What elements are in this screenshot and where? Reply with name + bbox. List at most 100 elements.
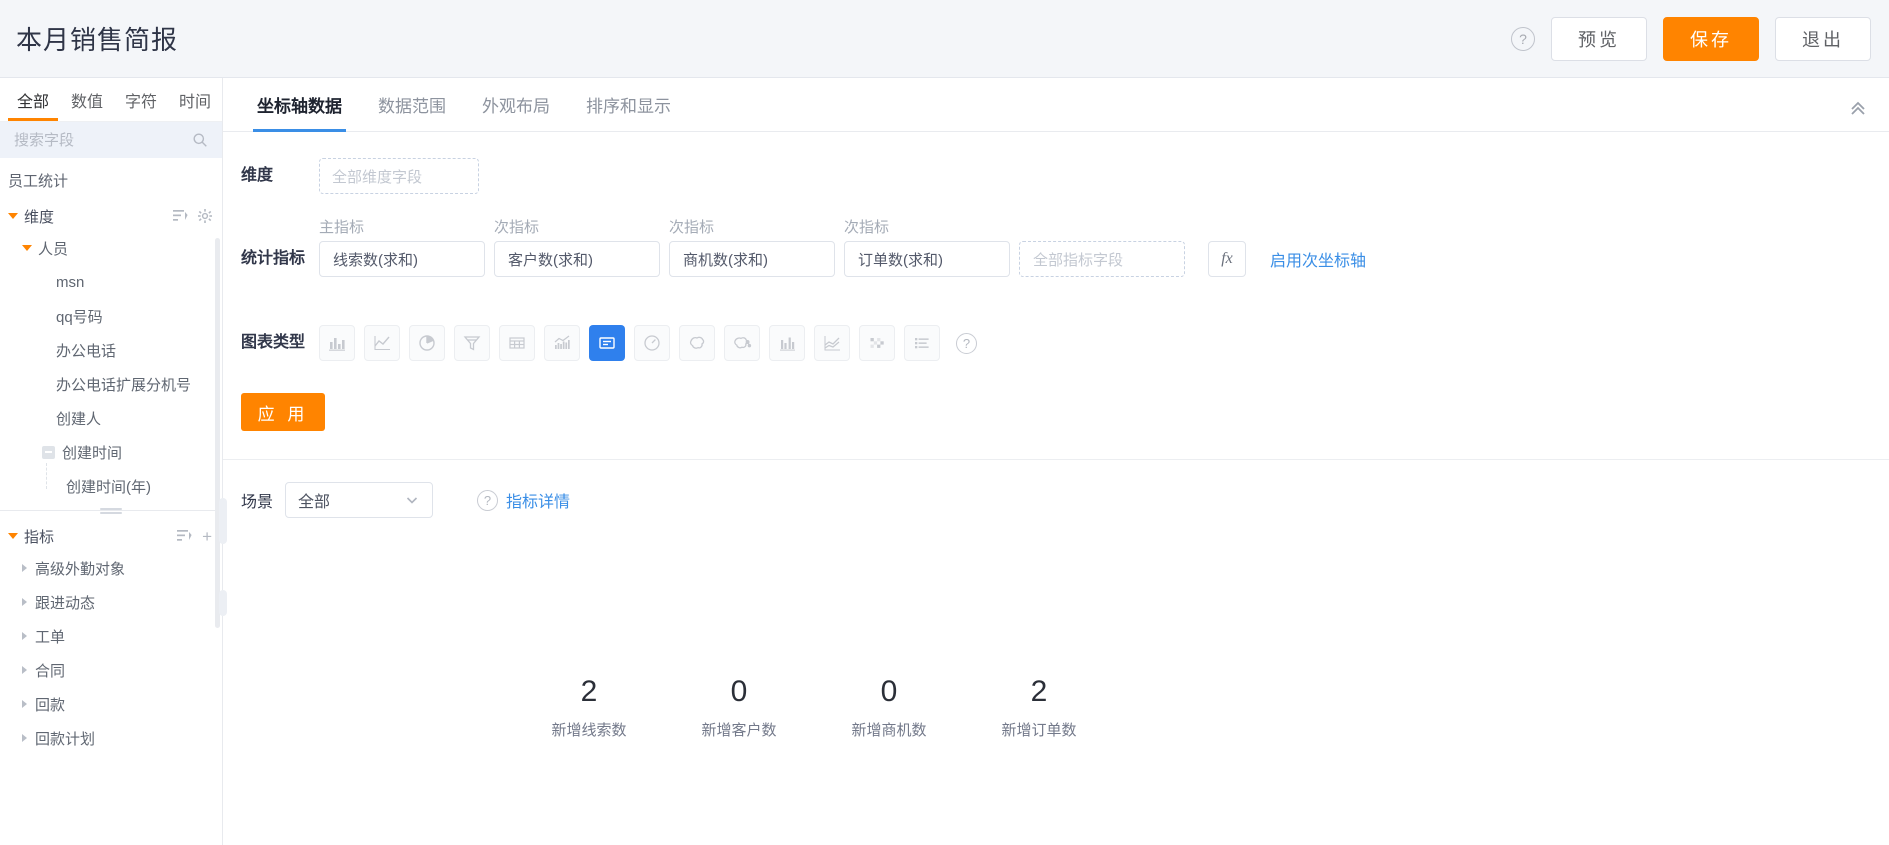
collapse-minus-icon[interactable] xyxy=(42,445,55,459)
tree-node-field-service[interactable]: 高级外勤对象 xyxy=(0,551,222,585)
tree-node-label: 回款计划 xyxy=(35,730,96,748)
plus-icon[interactable]: + xyxy=(202,528,212,545)
save-button[interactable]: 保存 xyxy=(1663,16,1759,61)
header-help-icon[interactable]: ? xyxy=(1511,26,1535,51)
tree-node-payment-plan[interactable]: 回款计划 xyxy=(0,721,222,755)
field-sidebar: 全部 数值 字符 时间 员工统计 维度 xyxy=(0,78,223,845)
kpi-cards: 2 新增线索数 0 新增客户数 0 新增商机数 2 新增订单数 xyxy=(223,675,1889,740)
bar-chart-icon[interactable] xyxy=(319,325,355,361)
caret-right-icon xyxy=(22,564,27,572)
sidebar-resize-handle[interactable] xyxy=(100,506,122,516)
list-chart-icon[interactable] xyxy=(904,325,940,361)
tab-sort-display[interactable]: 排序和显示 xyxy=(568,92,689,131)
apply-button[interactable]: 应 用 xyxy=(241,393,325,431)
tree-node-workorder[interactable]: 工单 xyxy=(0,619,222,653)
metric-field-dropzone[interactable]: 全部指标字段 xyxy=(1019,241,1185,277)
metric-col-label-primary: 主指标 xyxy=(319,219,365,236)
heatmap-chart-icon[interactable] xyxy=(859,325,895,361)
tree-node-personnel[interactable]: 人员 xyxy=(0,231,222,265)
dimension-dropzone[interactable]: 全部维度字段 xyxy=(319,158,479,194)
tree-node-label: 办公电话扩展分机号 xyxy=(56,376,192,394)
config-tabs: 坐标轴数据 数据范围 外观布局 排序和显示 xyxy=(223,78,1889,132)
sidebar-divider xyxy=(0,508,222,514)
gauge-chart-icon[interactable] xyxy=(634,325,670,361)
header-actions: ? 预览 保存 退出 xyxy=(1511,16,1871,61)
search-icon xyxy=(192,132,208,148)
tab-axis-data[interactable]: 坐标轴数据 xyxy=(239,92,360,132)
search-input[interactable] xyxy=(12,130,210,150)
grouped-bar-chart-icon[interactable] xyxy=(769,325,805,361)
tree-node-create-time[interactable]: 创建时间 xyxy=(0,435,222,469)
kpi-card: 2 新增订单数 xyxy=(949,675,1129,740)
chart-type-help-icon[interactable]: ? xyxy=(956,332,977,354)
metric-field-3[interactable]: 商机数(求和) xyxy=(669,241,835,277)
chart-type-row: 图表类型 ? xyxy=(223,325,1889,361)
tree-node-qq[interactable]: qq号码 xyxy=(0,299,222,333)
dataset-name: 员工统计 xyxy=(8,173,69,190)
group-header-dimension[interactable]: 维度 xyxy=(0,201,222,231)
pie-chart-icon[interactable] xyxy=(409,325,445,361)
metrics-label: 统计指标 xyxy=(241,250,306,267)
table-icon[interactable] xyxy=(499,325,535,361)
metric-field-4[interactable]: 订单数(求和) xyxy=(844,241,1010,277)
scene-select[interactable]: 全部 xyxy=(285,482,434,518)
metric-field-1[interactable]: 线索数(求和) xyxy=(319,241,485,277)
metric-col-label-secondary-2: 次指标 xyxy=(669,219,715,236)
line-chart-icon[interactable] xyxy=(364,325,400,361)
caret-right-icon xyxy=(22,700,27,708)
filter-sort-icon[interactable] xyxy=(177,529,192,543)
indicator-card-icon[interactable] xyxy=(589,325,625,361)
tree-node-label: 创建人 xyxy=(56,410,102,428)
map-chart-icon[interactable] xyxy=(679,325,715,361)
filter-sort-icon[interactable] xyxy=(173,209,188,223)
funnel-chart-icon[interactable] xyxy=(454,325,490,361)
sidebar-scrollbar-top[interactable] xyxy=(215,238,220,538)
metric-detail-link-group[interactable]: ? 指标详情 xyxy=(477,488,570,512)
formula-fx-button[interactable]: fx xyxy=(1208,241,1246,277)
metric-field-2[interactable]: 客户数(求和) xyxy=(494,241,660,277)
field-tab-numeric[interactable]: 数值 xyxy=(60,78,114,121)
group-label-dimension: 维度 xyxy=(24,208,55,226)
map-scatter-chart-icon[interactable] xyxy=(724,325,760,361)
metric-col-label-secondary-3: 次指标 xyxy=(844,219,890,236)
tree-node-creator[interactable]: 创建人 xyxy=(0,401,222,435)
tab-data-range[interactable]: 数据范围 xyxy=(360,92,464,131)
chevron-double-up-icon[interactable] xyxy=(1847,97,1869,119)
tree-node-create-time-year[interactable]: 创建时间(年) xyxy=(0,463,222,503)
tab-appearance-layout[interactable]: 外观布局 xyxy=(464,92,568,131)
tree-node-contract[interactable]: 合同 xyxy=(0,653,222,687)
panel-splitter-handle-secondary[interactable] xyxy=(219,590,227,616)
tree-node-label: 创建时间 xyxy=(62,444,123,462)
kpi-label: 新增订单数 xyxy=(1001,722,1077,739)
enable-secondary-axis-link[interactable]: 启用次坐标轴 xyxy=(1270,247,1366,271)
preview-button[interactable]: 预览 xyxy=(1551,16,1647,61)
gear-icon[interactable] xyxy=(198,209,212,223)
field-tab-time[interactable]: 时间 xyxy=(168,78,222,121)
multi-line-chart-icon[interactable] xyxy=(814,325,850,361)
tree-node-office-phone-ext[interactable]: 办公电话扩展分机号 xyxy=(0,367,222,401)
exit-button[interactable]: 退出 xyxy=(1775,16,1871,61)
dimension-row: 维度 全部维度字段 xyxy=(223,158,1889,194)
metric-col-label-secondary-1: 次指标 xyxy=(494,219,540,236)
field-tab-string[interactable]: 字符 xyxy=(114,78,168,121)
tree-node-label: 办公电话 xyxy=(56,342,117,360)
panel-splitter-handle[interactable] xyxy=(219,498,227,544)
tree-node-label: msn xyxy=(56,273,85,291)
field-search-box[interactable] xyxy=(0,122,222,158)
tree-node-msn[interactable]: msn xyxy=(0,265,222,299)
field-type-tabs: 全部 数值 字符 时间 xyxy=(0,78,222,122)
chart-type-label: 图表类型 xyxy=(241,334,306,351)
caret-right-icon xyxy=(22,632,27,640)
group-header-metric[interactable]: 指标 + xyxy=(0,521,222,551)
caret-down-icon xyxy=(8,213,18,219)
area-chart-icon[interactable] xyxy=(544,325,580,361)
tree-node-label: 创建时间(年) xyxy=(66,478,151,496)
field-tab-all[interactable]: 全部 xyxy=(6,78,60,121)
chevron-down-icon xyxy=(404,492,420,508)
dimension-label: 维度 xyxy=(241,167,274,184)
tree-node-office-phone[interactable]: 办公电话 xyxy=(0,333,222,367)
tree-node-payment[interactable]: 回款 xyxy=(0,687,222,721)
caret-down-icon xyxy=(8,533,18,539)
tree-node-followup[interactable]: 跟进动态 xyxy=(0,585,222,619)
caret-down-icon xyxy=(22,245,32,251)
